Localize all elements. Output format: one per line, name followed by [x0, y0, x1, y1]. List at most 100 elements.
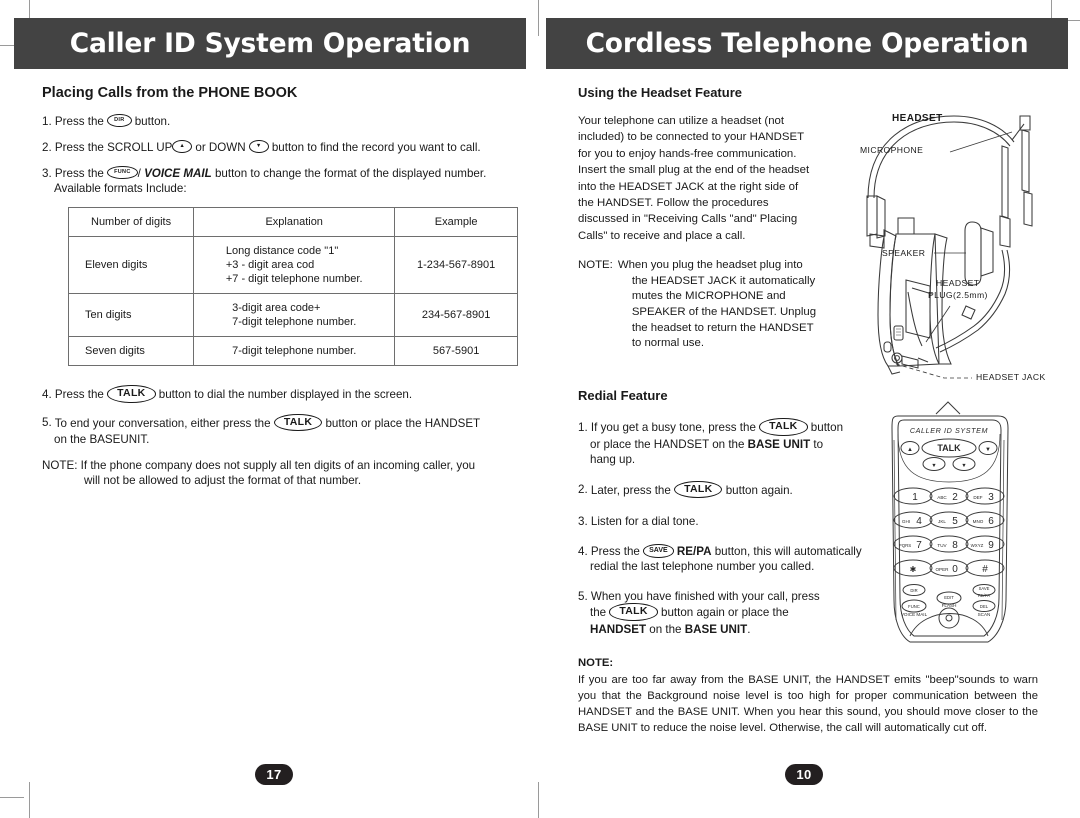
bottom-note-label: NOTE: — [578, 657, 614, 669]
redial-step-5: 5. When you have finished with your call… — [578, 589, 878, 637]
table-row: Eleven digits Long distance code "1" +3 … — [67, 236, 518, 294]
step-3-voicemail-emph: VOICE MAIL — [144, 167, 212, 180]
headset-plug-label-line1: HEADSET — [936, 278, 980, 288]
step-2-number: 2. — [42, 141, 52, 154]
step-1-number: 1. — [42, 115, 52, 128]
row-0-expl-line-1: +3 - digit area cod — [225, 259, 315, 271]
svg-text:ABC: ABC — [937, 495, 947, 500]
right-page-number: 10 — [785, 764, 823, 785]
redial-step-2-post: button again. — [725, 483, 793, 497]
talk-key-icon: TALK — [674, 480, 723, 498]
redial-step-2-pre: Later, press the — [590, 483, 671, 497]
headset-para-line-0: Your telephone can utilize a headset (no… — [578, 115, 785, 127]
step-1-pre: Press the — [54, 115, 104, 128]
dir-key-icon: DIR — [107, 114, 132, 128]
redial-step-5-period: . — [747, 622, 751, 636]
step-3: 3. Press the FUNC / VOICE MAIL button to … — [42, 166, 512, 196]
scroll-up-key-icon: ▲ — [172, 140, 193, 154]
redial-step-2-number: 2. — [578, 483, 588, 497]
headset-note-line-4: the headset to return the HANDSET — [631, 321, 814, 334]
redial-step-4-line2: redial the last telephone number you cal… — [590, 560, 815, 573]
row-0-expl-line-0: Long distance code "1" — [225, 245, 339, 257]
talk-key-icon: TALK — [759, 418, 808, 436]
headset-jack-label: HEADSET JACK — [976, 372, 1046, 382]
left-page-content: Placing Calls from the PHONE BOOK 1. Pre… — [42, 85, 518, 499]
redial-step-4-number: 4. — [578, 545, 588, 558]
step-3-second-line: Available formats Include: — [54, 182, 187, 195]
headset-para-line-5: the HANDSET. Follow the procedures — [578, 197, 769, 210]
svg-text:TUV: TUV — [937, 543, 947, 548]
headset-note-line-2: mutes the MICROPHONE and — [631, 290, 786, 303]
talk-key-icon: TALK — [609, 603, 658, 621]
bottom-note-line-1: you that the Background noise level is t… — [578, 690, 1038, 702]
step-2-mid: or DOWN — [195, 141, 246, 154]
step-5: 5. To end your conversation, either pres… — [42, 413, 512, 448]
step-5-second-line: on the BASEUNIT. — [54, 433, 150, 446]
redial-step-1-line2-a: or place the HANDSET on the — [590, 437, 748, 451]
svg-text:MNO: MNO — [973, 519, 984, 524]
step-5-pre: To end your conversation, either press t… — [54, 416, 271, 430]
step-3-sep: / — [137, 167, 141, 180]
headset-note-line-5: to normal use. — [631, 337, 704, 350]
svg-text:▼: ▼ — [985, 447, 991, 453]
svg-text:1: 1 — [912, 492, 918, 503]
step-5-number: 5. — [42, 416, 52, 430]
headset-para-line-7: Calls" to receive and place a call. — [578, 229, 746, 242]
bottom-note-block: NOTE: If you are too far away from the B… — [578, 655, 1038, 736]
redial-step-5-pre2: the — [590, 605, 607, 619]
step-1-post: button. — [134, 115, 171, 128]
svg-text:9: 9 — [988, 540, 994, 551]
handset-diagram: CALLER ID SYSTEM TALK ▲ ▼ ▼ ▼ 1 ABC 2 DEF… — [880, 400, 1070, 650]
row-1-example: 234-567-8901 — [394, 293, 518, 337]
step-4: 4. Press the TALK button to dial the num… — [42, 385, 512, 404]
headset-diagram-title: HEADSET — [892, 113, 943, 124]
step-3-pre: Press the — [54, 167, 104, 180]
headset-note-line-0: When you plug the headset plug into — [617, 259, 803, 272]
func-key-icon: FUNC — [107, 166, 138, 180]
redial-step-4-repa: RE/PA — [676, 545, 712, 558]
redial-step-3-text: Listen for a dial tone. — [590, 515, 699, 528]
left-page: Caller ID System Operation Placing Calls… — [0, 0, 540, 818]
svg-text:FLASH: FLASH — [942, 603, 957, 608]
svg-text:6: 6 — [988, 516, 994, 527]
headset-note-label: NOTE: — [578, 259, 613, 272]
row-2-digits: Seven digits — [67, 336, 195, 366]
step-1: 1. Press the DIR button. — [42, 114, 512, 129]
headset-microphone-label: MICROPHONE — [860, 145, 924, 155]
row-1-digits: Ten digits — [67, 293, 195, 337]
row-1-expl-line-1: 7-digit telephone number. — [232, 316, 357, 328]
redial-step-5-post2: button again or place the — [661, 605, 789, 619]
redial-step-5-line3: HANDSET on the BASE UNIT. — [578, 622, 878, 637]
table-row: Seven digits 7-digit telephone number. 5… — [67, 336, 518, 366]
redial-step-1-post: button — [810, 420, 844, 434]
left-note-line-1: If the phone company does not supply all… — [80, 459, 476, 472]
headset-note-line-3: SPEAKER of the HANDSET. Unplug — [631, 306, 817, 319]
svg-text:DEL: DEL — [980, 604, 989, 609]
right-page: Cordless Telephone Operation Using the H… — [540, 0, 1080, 818]
digit-format-table: Number of digits Explanation Example Ele… — [67, 207, 518, 366]
headset-section: Using the Headset Feature Your telephone… — [578, 85, 878, 352]
headset-note: NOTE: When you plug the headset plug int… — [578, 258, 870, 352]
right-page-number-value: 10 — [796, 767, 812, 782]
row-1-expl-line-0: 3-digit area code+ — [232, 302, 321, 314]
redial-step-5-baseunit: BASE UNIT — [684, 622, 748, 636]
svg-text:VOICE MAIL: VOICE MAIL — [901, 612, 928, 617]
table-header-row: Number of digits Explanation Example — [67, 207, 518, 237]
headset-para-line-4: into the HEADSET JACK at the right side … — [578, 180, 799, 193]
redial-step-5-number: 5. — [578, 590, 588, 603]
step-3-number: 3. — [42, 167, 52, 180]
redial-step-1: 1. If you get a busy tone, press the TAL… — [578, 418, 878, 467]
svg-text:2: 2 — [952, 492, 958, 503]
svg-text:PQRS: PQRS — [899, 543, 912, 548]
row-2-explanation: 7-digit telephone number. — [193, 336, 396, 366]
left-page-number-value: 17 — [266, 767, 282, 782]
svg-text:GHI: GHI — [902, 519, 910, 524]
headset-para-line-3: Insert the small plug at the end of the … — [578, 164, 810, 177]
redial-step-2: 2. Later, press the TALK button again. — [578, 480, 878, 500]
step-2-post: button to find the record you want to ca… — [271, 141, 481, 154]
svg-text:✱: ✱ — [910, 565, 917, 574]
redial-step-1-line2: or place the HANDSET on the BASE UNIT to — [578, 437, 878, 452]
redial-step-4: 4. Press the SAVE RE/PA button, this wil… — [578, 544, 888, 574]
left-section-title: Placing Calls from the PHONE BOOK — [42, 85, 298, 101]
right-page-banner: Cordless Telephone Operation — [546, 18, 1068, 69]
